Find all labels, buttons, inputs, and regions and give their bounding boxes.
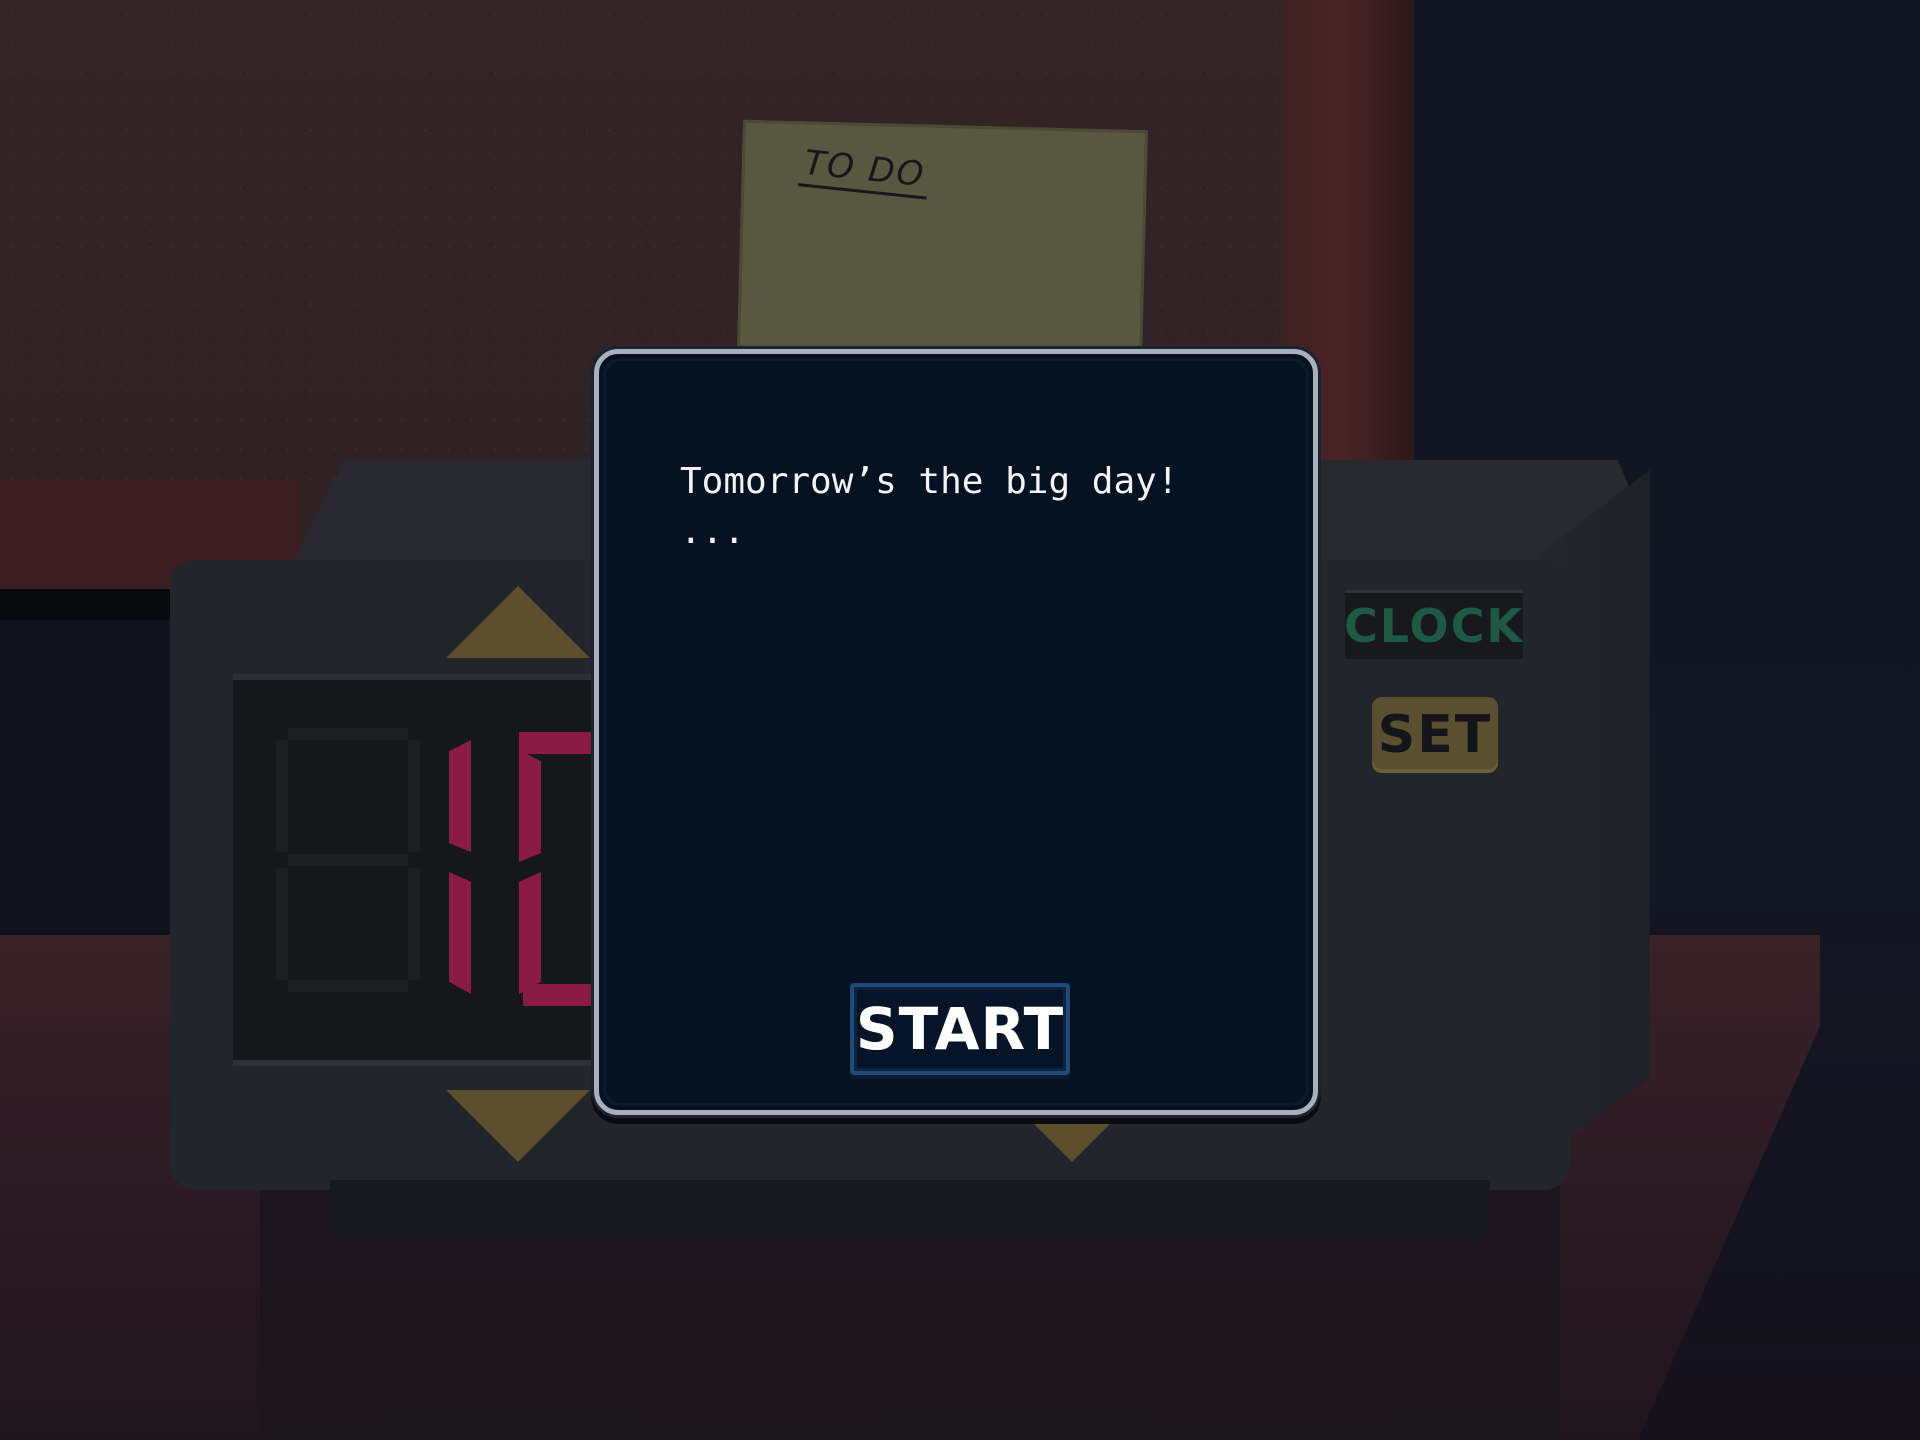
- dialog-text-line-1: Tomorrow’s the big day!: [680, 461, 1179, 502]
- clock-mode-indicator: CLOCK: [1344, 590, 1524, 659]
- digit-1-segment-e: [276, 868, 288, 980]
- digit-1-segment-g: [288, 854, 408, 866]
- start-button-label: START: [855, 995, 1065, 1063]
- digit-1-segment-c: [408, 868, 420, 980]
- start-button[interactable]: START: [850, 983, 1070, 1075]
- device-base: [330, 1180, 1490, 1240]
- digit-1-segment-f: [276, 740, 288, 852]
- clock-label: CLOCK: [1344, 599, 1524, 653]
- digit-2-segment-b: [449, 740, 471, 852]
- game-scene: TO DO CLOCK SET Tomorrow’s the big day! …: [0, 0, 1920, 1440]
- set-button[interactable]: SET: [1372, 697, 1498, 773]
- hour-up-arrow[interactable]: [446, 586, 590, 658]
- set-button-label: SET: [1377, 705, 1493, 765]
- hour-down-arrow[interactable]: [446, 1090, 590, 1162]
- dialog-text-line-2: ...: [680, 511, 746, 552]
- sticky-note: [737, 119, 1148, 361]
- digit-display: [233, 674, 638, 1066]
- digit-1-segment-d: [288, 980, 408, 992]
- digit-1-segment-b: [408, 740, 420, 852]
- digit-1-segment-a: [288, 728, 408, 740]
- digit-3-segment-f: [519, 750, 541, 862]
- digit-3-segment-e: [519, 872, 541, 994]
- digit-2-segment-c: [449, 872, 471, 994]
